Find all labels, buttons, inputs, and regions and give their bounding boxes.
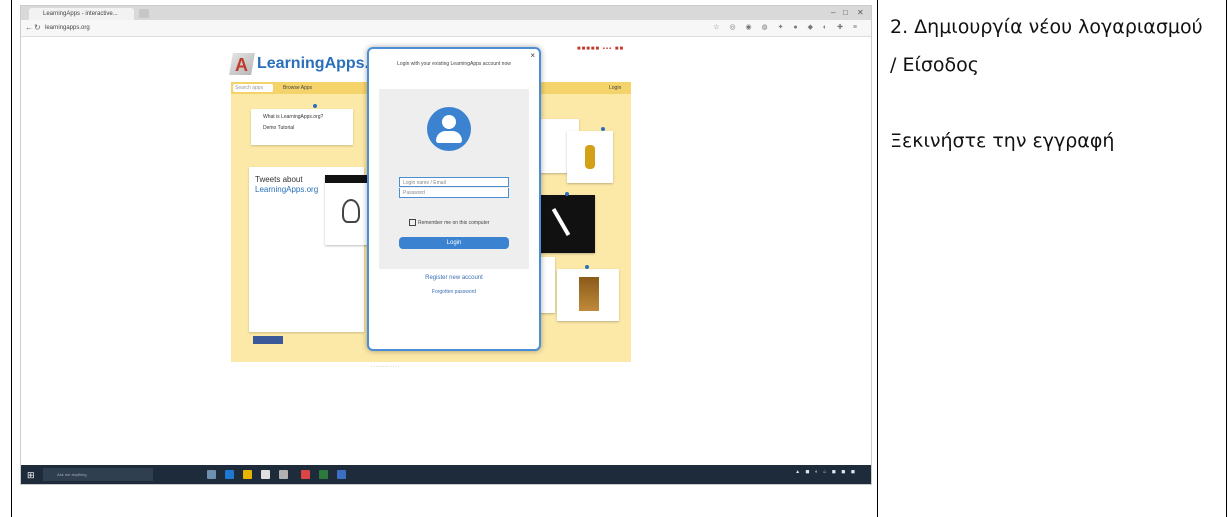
pin-icon bbox=[313, 104, 317, 108]
login-dialog: × Login with your existing LearningApps … bbox=[367, 47, 541, 351]
pin-icon bbox=[565, 192, 569, 196]
login-dialog-title: Login with your existing LearningApps ac… bbox=[397, 61, 511, 67]
maximize-icon[interactable]: □ bbox=[843, 8, 848, 17]
mail-icon[interactable] bbox=[279, 470, 288, 479]
tweets-subtitle: LearningApps.org bbox=[255, 185, 319, 194]
address-bar: ← ↻ learningapps.org ☆ ◎ ◉ ◍ ✦ ● ◆ ◐ ✚ ≡ bbox=[21, 20, 871, 37]
register-new-account-link[interactable]: Register new account bbox=[369, 275, 539, 281]
right-text-cell: 2. Δημιουργία νέου λογαριασμού / Είσοδος… bbox=[890, 8, 1215, 160]
system-tray[interactable]: ▲ ◼ ◐ ⌂ ◼ ◼ ◼ bbox=[795, 469, 857, 475]
browser-tab[interactable]: LearningApps - interactive... bbox=[29, 8, 134, 20]
chrome-icon[interactable] bbox=[301, 470, 310, 479]
checkbox-icon bbox=[409, 219, 416, 226]
lightbulb-icon bbox=[342, 199, 360, 223]
login-form: Login name / Email Password Remember me … bbox=[379, 89, 529, 269]
step-title: 2. Δημιουργία νέου λογαριασμού / Είσοδος bbox=[890, 16, 1203, 76]
pin-icon bbox=[601, 127, 605, 131]
browser-tab-bar: LearningApps - interactive... – □ ✕ bbox=[21, 6, 871, 20]
windows-taskbar: ⊞ Ask me anything ▲ ◼ ◐ ⌂ ◼ ◼ ◼ bbox=[21, 465, 871, 484]
minimize-icon[interactable]: – bbox=[831, 8, 835, 17]
toolbar-icons[interactable]: ☆ ◎ ◉ ◍ ✦ ● ◆ ◐ ✚ ≡ bbox=[713, 23, 861, 31]
task-view-icon[interactable] bbox=[207, 470, 216, 479]
remember-me-label: Remember me on this computer bbox=[418, 219, 490, 226]
remember-me-checkbox[interactable]: Remember me on this computer bbox=[409, 219, 489, 226]
windows-start-icon[interactable]: ⊞ bbox=[27, 470, 37, 480]
site-search-input[interactable]: Search apps bbox=[233, 84, 273, 92]
tweets-title: Tweets about bbox=[255, 175, 303, 184]
site-footer-links[interactable]: · · · · · · · · · · · · bbox=[371, 364, 501, 370]
store-icon[interactable] bbox=[261, 470, 270, 479]
pharaoh-icon bbox=[579, 277, 599, 311]
language-flags[interactable]: ■■■■■ ▪▪▪ ■■ bbox=[577, 46, 624, 52]
password-input[interactable]: Password bbox=[399, 188, 509, 198]
forgot-password-link[interactable]: Forgotten password bbox=[369, 289, 539, 295]
word-icon[interactable] bbox=[337, 470, 346, 479]
close-icon[interactable]: × bbox=[530, 51, 535, 60]
facebook-button[interactable] bbox=[253, 336, 283, 344]
user-avatar-icon bbox=[427, 107, 471, 151]
intro-menu-card: What is LearningApps.org? Demo Tutorial bbox=[251, 109, 353, 145]
pin-icon bbox=[585, 265, 589, 269]
app-thumbnail-pharaoh[interactable] bbox=[557, 269, 619, 321]
statue-icon bbox=[585, 145, 595, 169]
username-input[interactable]: Login name / Email bbox=[399, 177, 509, 187]
explorer-icon[interactable] bbox=[243, 470, 252, 479]
login-button[interactable]: Login bbox=[399, 237, 509, 249]
browse-apps-link[interactable]: Browse Apps bbox=[283, 84, 312, 92]
learningapps-logo[interactable]: A LearningApps.org bbox=[229, 47, 395, 77]
app-thumbnail-figure[interactable] bbox=[567, 131, 613, 183]
embedded-screenshot: LearningApps - interactive... – □ ✕ ← ↻ … bbox=[20, 5, 872, 485]
webpage: A LearningApps.org ■■■■■ ▪▪▪ ■■ Search a… bbox=[21, 37, 871, 465]
app-icon[interactable] bbox=[319, 470, 328, 479]
new-tab-button[interactable] bbox=[139, 9, 149, 18]
menu-demo[interactable]: Demo Tutorial bbox=[251, 120, 353, 131]
step-instruction: Ξεκινήστε την εγγραφή bbox=[890, 130, 1115, 152]
taskbar-search[interactable]: Ask me anything bbox=[43, 468, 153, 481]
back-icon[interactable]: ← bbox=[25, 23, 33, 33]
url-field[interactable]: learningapps.org bbox=[45, 23, 545, 33]
refresh-icon[interactable]: ↻ bbox=[34, 23, 41, 33]
login-link[interactable]: Login bbox=[609, 84, 621, 92]
close-icon[interactable]: ✕ bbox=[857, 8, 864, 17]
edge-icon[interactable] bbox=[225, 470, 234, 479]
menu-what-is[interactable]: What is LearningApps.org? bbox=[251, 109, 353, 120]
table-column-divider bbox=[877, 0, 878, 517]
app-thumbnail-dark[interactable] bbox=[533, 195, 595, 253]
